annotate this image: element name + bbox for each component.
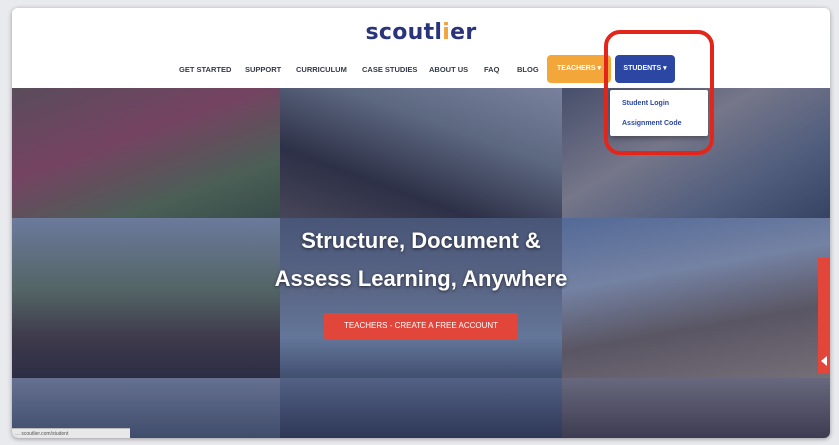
logo-text-start: scoutl: [365, 20, 443, 45]
feedback-side-tab[interactable]: [818, 258, 830, 374]
browser-page: scoutlier GET STARTED SUPPORT CURRICULUM…: [12, 8, 830, 438]
create-free-account-button[interactable]: TEACHERS - CREATE A FREE ACCOUNT: [324, 313, 518, 339]
nav-support[interactable]: SUPPORT: [245, 58, 281, 82]
highlight-annotation-box: [604, 30, 714, 155]
logo-text-end: er: [450, 20, 477, 45]
nav-blog[interactable]: BLOG: [517, 58, 539, 82]
logo-text-accent: i: [442, 20, 451, 45]
hero-title-line-2: Assess Learning, Anywhere: [274, 266, 568, 291]
status-bar-url: … scoutlier.com/student: [12, 428, 130, 438]
arrow-left-icon: [821, 356, 827, 366]
nav-curriculum[interactable]: CURRICULUM: [296, 58, 347, 82]
nav-faq[interactable]: FAQ: [484, 58, 499, 82]
teachers-menu-button[interactable]: TEACHERS ▾: [547, 55, 611, 83]
nav-about-us[interactable]: ABOUT US: [429, 58, 468, 82]
nav-get-started[interactable]: GET STARTED: [179, 58, 231, 82]
nav-case-studies[interactable]: CASE STUDIES: [362, 58, 417, 82]
hero-title-line-1: Structure, Document &: [301, 228, 541, 253]
